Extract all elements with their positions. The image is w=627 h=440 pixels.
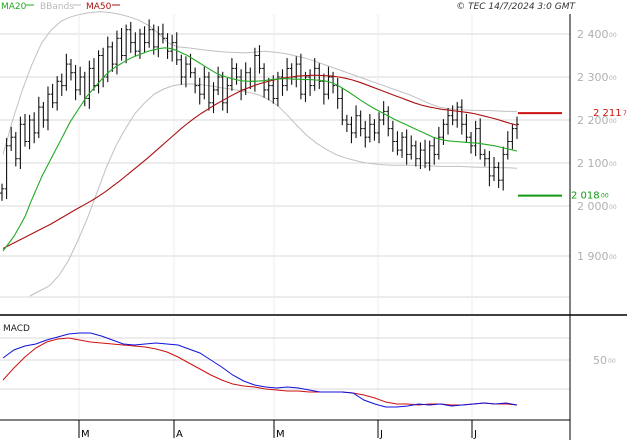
stock-chart: 2 211 72 018 00 2 400 002 300 002 200 002 100… <box>0 0 627 440</box>
month-label: J <box>379 429 383 440</box>
legend-ma50: MA50 <box>86 2 112 12</box>
month-label: J <box>473 429 477 440</box>
price-tick-decimal: 00 <box>609 254 617 261</box>
price-tick-label: 1 900 <box>577 250 609 263</box>
price-tick-decimal: 00 <box>609 204 617 211</box>
price-tick-label: 2 100 <box>577 157 609 170</box>
price-tick-decimal: 00 <box>609 32 617 39</box>
macd-tick-label: 50 <box>593 354 607 367</box>
month-label: M <box>276 429 285 440</box>
legend-ma20: MA20 <box>1 2 27 12</box>
price-tick-label: 2 200 <box>577 114 609 127</box>
macd-tick-decimal: 00 <box>608 358 616 365</box>
month-label: A <box>176 429 183 440</box>
legend-bbands: BBands <box>40 2 74 12</box>
price-tick-label: 2 300 <box>577 71 609 84</box>
price-tick-label: 2 000 <box>577 200 609 213</box>
price-tick-decimal: 00 <box>609 118 617 125</box>
resistance-label-decimal: 7 <box>623 110 627 117</box>
month-label: M <box>81 429 90 440</box>
price-tick-decimal: 00 <box>609 75 617 82</box>
price-tick-label: 2 400 <box>577 28 609 41</box>
support-label-decimal: 00 <box>601 193 609 200</box>
copyright-label: © TEC 14/7/2024 3:0 GMT <box>456 2 576 12</box>
price-tick-decimal: 00 <box>609 161 617 168</box>
macd-title: MACD <box>3 324 30 334</box>
